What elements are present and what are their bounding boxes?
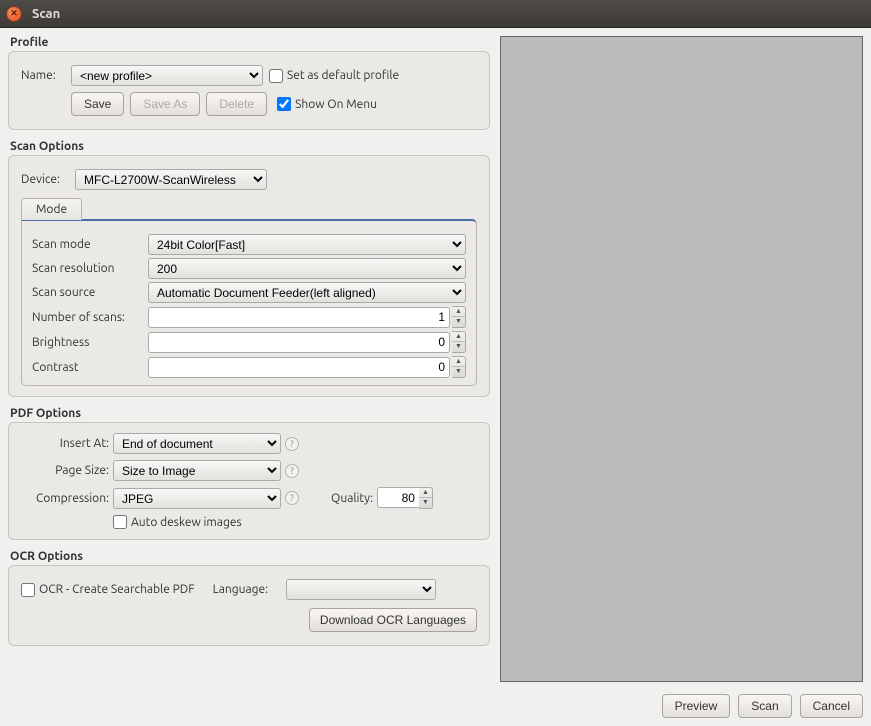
scan-button[interactable]: Scan: [738, 694, 791, 718]
contrast-spinner[interactable]: ▲ ▼: [452, 356, 466, 378]
page-size-select[interactable]: Size to Image: [113, 460, 281, 481]
quality-label: Quality:: [311, 492, 373, 505]
chevron-up-icon[interactable]: ▲: [452, 307, 465, 317]
show-on-menu-label: Show On Menu: [295, 98, 377, 111]
insert-at-label: Insert At:: [21, 437, 109, 450]
set-default-checkbox[interactable]: Set as default profile: [269, 69, 399, 83]
contrast-input[interactable]: [148, 357, 450, 378]
quality-input[interactable]: [377, 487, 419, 508]
chevron-down-icon[interactable]: ▼: [452, 317, 465, 327]
titlebar: ✕ Scan: [0, 0, 871, 28]
close-icon[interactable]: ✕: [6, 6, 22, 22]
chevron-up-icon[interactable]: ▲: [452, 332, 465, 342]
delete-button[interactable]: Delete: [206, 92, 267, 116]
pdf-options-group: Insert At: End of document ? Page Size: …: [8, 422, 490, 540]
scan-source-label: Scan source: [32, 286, 146, 299]
show-on-menu-checkbox[interactable]: Show On Menu: [277, 97, 377, 111]
mode-tab-content: Scan mode 24bit Color[Fast] Scan resolut…: [21, 219, 477, 386]
cancel-button[interactable]: Cancel: [800, 694, 863, 718]
ocr-options-group: OCR - Create Searchable PDF Language: Do…: [8, 565, 490, 646]
preview-area: [500, 36, 863, 682]
profile-group: Name: <new profile> Set as default profi…: [8, 51, 490, 130]
scan-mode-label: Scan mode: [32, 238, 146, 251]
language-label: Language:: [213, 583, 269, 596]
number-of-scans-input[interactable]: [148, 307, 450, 328]
chevron-up-icon[interactable]: ▲: [452, 357, 465, 367]
chevron-down-icon[interactable]: ▼: [452, 342, 465, 352]
help-icon[interactable]: ?: [285, 491, 299, 505]
set-default-label: Set as default profile: [287, 69, 399, 82]
chevron-up-icon[interactable]: ▲: [419, 488, 432, 498]
brightness-label: Brightness: [32, 336, 146, 349]
preview-button[interactable]: Preview: [662, 694, 731, 718]
ocr-checkbox[interactable]: OCR - Create Searchable PDF: [21, 583, 195, 597]
help-icon[interactable]: ?: [285, 437, 299, 451]
profile-section-label: Profile: [10, 36, 490, 49]
contrast-label: Contrast: [32, 361, 146, 374]
auto-deskew-label: Auto deskew images: [131, 516, 242, 529]
profile-name-select[interactable]: <new profile>: [71, 65, 263, 86]
compression-label: Compression:: [21, 492, 109, 505]
brightness-spinner[interactable]: ▲ ▼: [452, 331, 466, 353]
scan-resolution-label: Scan resolution: [32, 262, 146, 275]
scan-source-select[interactable]: Automatic Document Feeder(left aligned): [148, 282, 466, 303]
scan-options-group: Device: MFC-L2700W-ScanWireless Mode Sca…: [8, 155, 490, 397]
device-label: Device:: [21, 173, 69, 186]
ocr-options-section-label: OCR Options: [10, 550, 490, 563]
language-select[interactable]: [286, 579, 436, 600]
page-size-label: Page Size:: [21, 464, 109, 477]
number-of-scans-spinner[interactable]: ▲ ▼: [452, 306, 466, 328]
number-of-scans-label: Number of scans:: [32, 311, 146, 324]
tab-mode[interactable]: Mode: [21, 198, 82, 220]
auto-deskew-checkbox[interactable]: Auto deskew images: [113, 515, 477, 529]
device-select[interactable]: MFC-L2700W-ScanWireless: [75, 169, 267, 190]
download-ocr-button[interactable]: Download OCR Languages: [309, 608, 477, 632]
scan-mode-select[interactable]: 24bit Color[Fast]: [148, 234, 466, 255]
insert-at-select[interactable]: End of document: [113, 433, 281, 454]
profile-name-label: Name:: [21, 69, 65, 82]
quality-spinner[interactable]: ▲ ▼: [419, 487, 433, 509]
help-icon[interactable]: ?: [285, 464, 299, 478]
scan-options-section-label: Scan Options: [10, 140, 490, 153]
scan-resolution-select[interactable]: 200: [148, 258, 466, 279]
save-button[interactable]: Save: [71, 92, 124, 116]
brightness-input[interactable]: [148, 332, 450, 353]
compression-select[interactable]: JPEG: [113, 488, 281, 509]
save-as-button[interactable]: Save As: [130, 92, 200, 116]
ocr-checkbox-label: OCR - Create Searchable PDF: [39, 583, 195, 596]
window-title: Scan: [32, 7, 60, 21]
pdf-options-section-label: PDF Options: [10, 407, 490, 420]
chevron-down-icon[interactable]: ▼: [419, 498, 432, 508]
chevron-down-icon[interactable]: ▼: [452, 367, 465, 377]
